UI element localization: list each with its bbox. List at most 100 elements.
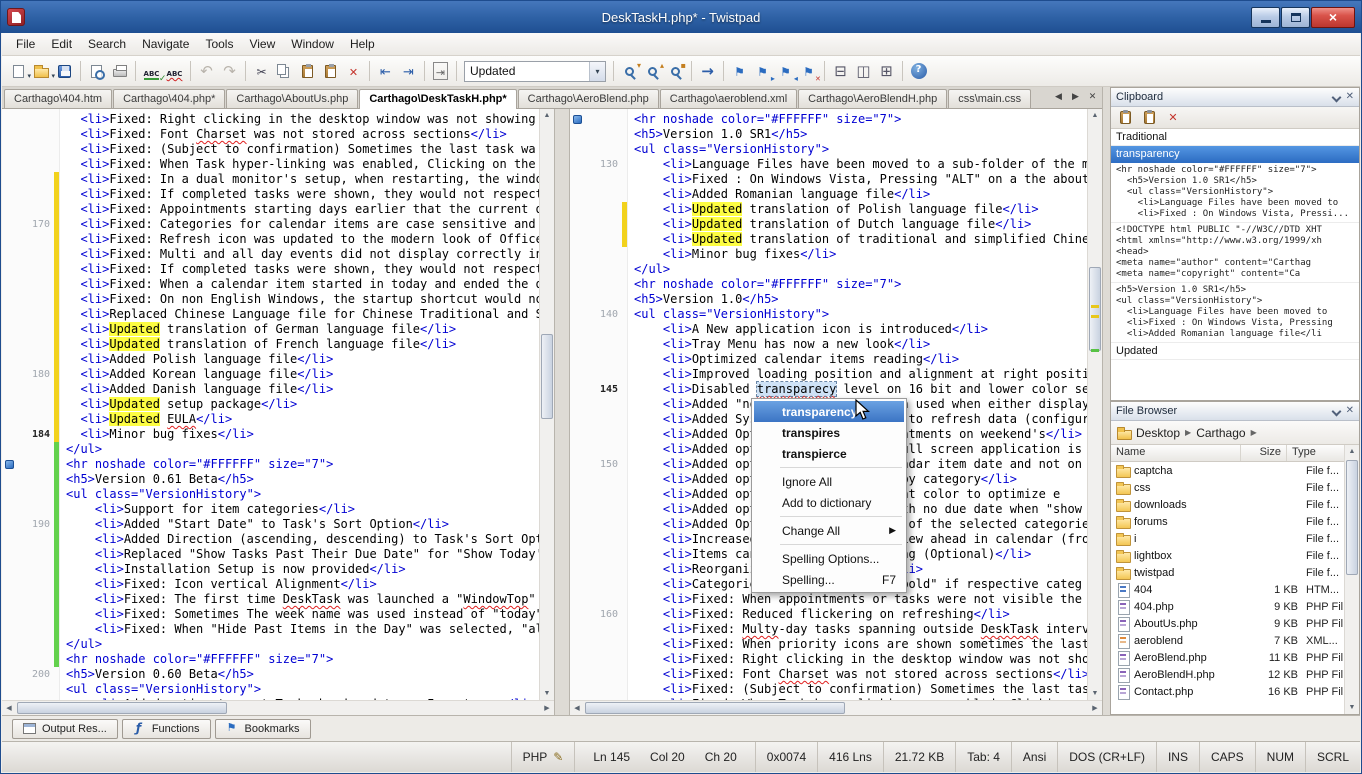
bookmark-icon[interactable] [573, 115, 582, 124]
paste-button[interactable] [1116, 109, 1134, 127]
menu-item-search[interactable]: Search [80, 34, 134, 54]
scroll-right-arrow[interactable]: ▶ [540, 701, 554, 715]
editor-tab[interactable]: Carthago\AeroBlendH.php [798, 89, 947, 108]
file-row[interactable]: forumsFile f... [1111, 513, 1344, 530]
undo-button[interactable] [195, 60, 218, 83]
status-flag-caps[interactable]: CAPS [1199, 742, 1255, 772]
find-next-button[interactable] [618, 60, 641, 83]
scrollbar-thumb[interactable] [585, 702, 845, 714]
menu-item-help[interactable]: Help [342, 34, 383, 54]
scroll-down-arrow[interactable]: ▼ [1088, 687, 1102, 700]
copy-button[interactable] [273, 60, 296, 83]
paste-special-button[interactable] [319, 60, 342, 83]
close-document-button[interactable]: ✕ [1085, 89, 1100, 104]
spell-suggestion[interactable]: transparency [754, 401, 904, 422]
menu-item-tools[interactable]: Tools [197, 34, 241, 54]
editor-tab[interactable]: Carthago\404.php* [113, 89, 225, 108]
pin-icon[interactable] [1331, 406, 1341, 416]
goto-line-button[interactable] [429, 60, 452, 83]
file-row[interactable]: aeroblend7 KBXML... [1111, 632, 1344, 649]
menu-item-window[interactable]: Window [283, 34, 342, 54]
cut-button[interactable] [250, 60, 273, 83]
file-row[interactable]: downloadsFile f... [1111, 496, 1344, 513]
spell-as-you-type-button[interactable] [163, 60, 186, 83]
search-input[interactable] [465, 64, 589, 78]
scroll-up-arrow[interactable]: ▲ [1088, 109, 1102, 122]
scroll-tabs-right-button[interactable]: ▶ [1068, 89, 1083, 104]
maximize-button[interactable] [1281, 7, 1310, 28]
editor-tab[interactable]: Carthago\AboutUs.php [226, 89, 358, 108]
scroll-tabs-left-button[interactable]: ◀ [1051, 89, 1066, 104]
arrange-windows-button[interactable] [875, 60, 898, 83]
editor-tab[interactable]: css\main.css [948, 89, 1031, 108]
status-tab-size[interactable]: Tab: 4 [955, 742, 1011, 772]
context-menu-item-change-all[interactable]: Change All▶ [754, 520, 904, 541]
vertical-scrollbar[interactable]: ▲ ▼ [1087, 109, 1102, 700]
editor-tab[interactable]: Carthago\aeroblend.xml [660, 89, 797, 108]
context-menu-item-spelling[interactable]: Spelling...F7 [754, 569, 904, 590]
menu-item-edit[interactable]: Edit [43, 34, 80, 54]
scroll-up-arrow[interactable]: ▲ [540, 109, 554, 122]
scroll-left-arrow[interactable]: ◀ [570, 701, 584, 715]
file-row[interactable]: AeroBlendH.php12 KBPHP Fil... [1111, 666, 1344, 683]
status-encoding[interactable]: Ansi [1011, 742, 1057, 772]
scroll-left-arrow[interactable]: ◀ [2, 701, 16, 715]
scroll-up-arrow[interactable]: ▲ [1345, 445, 1359, 458]
paste-button[interactable] [296, 60, 319, 83]
bookmark-clear-all-button[interactable] [797, 60, 820, 83]
spell-suggestion[interactable]: transpires [754, 422, 904, 443]
file-row[interactable]: 4041 KBHTM... [1111, 581, 1344, 598]
clear-clipboard-button[interactable]: ✕ [1164, 109, 1182, 127]
save-file-button[interactable] [53, 60, 76, 83]
clipboard-item[interactable]: <hr noshade color="#FFFFFF" size="7"> <h… [1111, 163, 1359, 223]
file-row[interactable]: twistpadFile f... [1111, 564, 1344, 581]
spell-suggestion[interactable]: transpierce [754, 443, 904, 464]
status-line-ending[interactable]: DOS (CR+LF) [1057, 742, 1156, 772]
print-button[interactable] [108, 60, 131, 83]
scrollbar-thumb[interactable] [1346, 460, 1358, 575]
clipboard-item[interactable]: <!DOCTYPE html PUBLIC "-//W3C//DTD XHT<h… [1111, 223, 1359, 283]
indent-button[interactable] [397, 60, 420, 83]
bottom-tab-bookmarks[interactable]: Bookmarks [215, 719, 311, 739]
file-row[interactable]: Contact.php16 KBPHP Fil... [1111, 683, 1344, 700]
editor-splitter[interactable] [554, 109, 570, 715]
scrollbar-thumb[interactable] [541, 334, 553, 419]
close-button[interactable]: × [1311, 7, 1355, 28]
column-type[interactable]: Type [1287, 445, 1344, 461]
find-in-files-button[interactable] [664, 60, 687, 83]
bookmark-toggle-button[interactable] [728, 60, 751, 83]
close-icon[interactable]: ✕ [1346, 406, 1354, 416]
column-size[interactable]: Size [1241, 445, 1287, 461]
vertical-scrollbar[interactable]: ▲ ▼ [539, 109, 554, 700]
file-row[interactable]: lightboxFile f... [1111, 547, 1344, 564]
pin-icon[interactable] [1331, 92, 1341, 102]
context-menu-item-add-to-dictionary[interactable]: Add to dictionary [754, 492, 904, 513]
status-language[interactable]: PHP ✎ [511, 742, 575, 772]
split-horizontal-button[interactable] [829, 60, 852, 83]
scroll-down-arrow[interactable]: ▼ [1345, 701, 1359, 714]
paste-all-button[interactable] [1140, 109, 1158, 127]
file-list-header[interactable]: Name Size Type [1111, 445, 1344, 462]
status-flag-scrl[interactable]: SCRL [1305, 742, 1360, 772]
breadcrumb-carthago[interactable]: Carthago [1196, 426, 1245, 440]
context-menu-item-spelling-options[interactable]: Spelling Options... [754, 548, 904, 569]
delete-button[interactable] [342, 60, 365, 83]
sidebar-splitter[interactable] [1102, 87, 1110, 715]
scroll-down-arrow[interactable]: ▼ [540, 687, 554, 700]
status-flag-ins[interactable]: INS [1156, 742, 1199, 772]
scrollbar-thumb[interactable] [17, 702, 227, 714]
clipboard-item[interactable]: transparency [1111, 146, 1359, 163]
clipboard-item[interactable]: Updated [1111, 343, 1359, 360]
bookmark-previous-button[interactable] [774, 60, 797, 83]
split-vertical-button[interactable] [852, 60, 875, 83]
spell-check-button[interactable] [140, 60, 163, 83]
file-row[interactable]: cssFile f... [1111, 479, 1344, 496]
file-row[interactable]: AboutUs.php9 KBPHP Fil... [1111, 615, 1344, 632]
menu-item-navigate[interactable]: Navigate [134, 34, 197, 54]
outdent-button[interactable] [374, 60, 397, 83]
jump-to-button[interactable] [696, 60, 719, 83]
code-area[interactable]: <li>Fixed: Right clicking in the desktop… [60, 109, 539, 700]
status-flag-num[interactable]: NUM [1255, 742, 1305, 772]
new-file-button[interactable] [7, 60, 30, 83]
menu-item-view[interactable]: View [241, 34, 283, 54]
